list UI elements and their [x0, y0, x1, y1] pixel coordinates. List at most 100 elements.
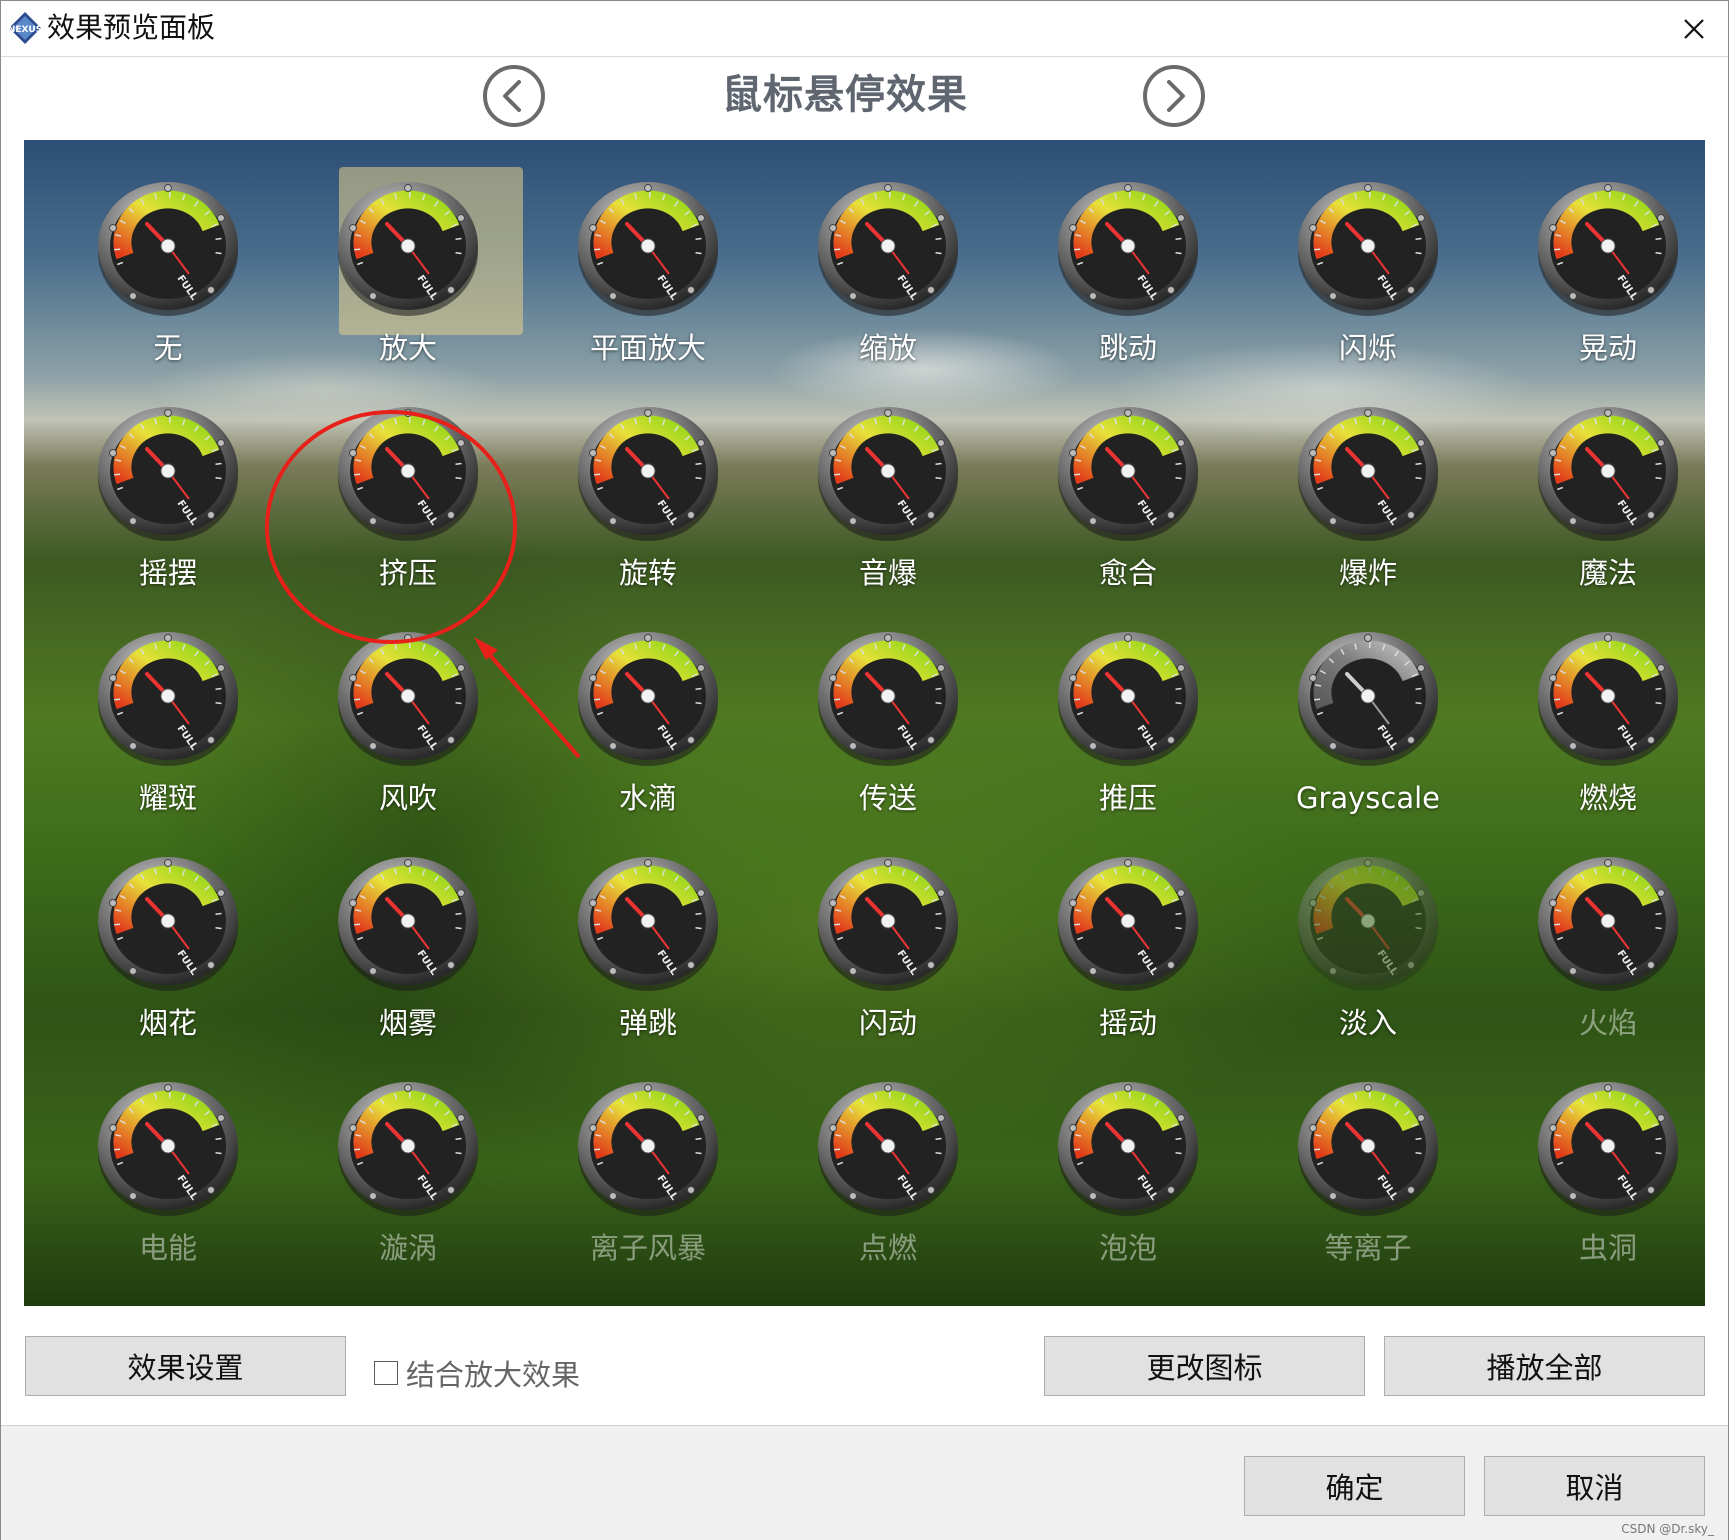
gauge-icon: FULL — [1298, 407, 1438, 541]
effect-label: 点燃 — [858, 1231, 917, 1265]
effect-cell[interactable]: FULL 泡泡 — [1008, 1040, 1248, 1265]
gauge-icon: FULL — [818, 857, 958, 991]
effect-label: 推压 — [1098, 781, 1157, 815]
effect-label: 爆炸 — [1338, 556, 1397, 590]
gauge-icon: FULL — [98, 182, 238, 316]
effect-label: 无 — [153, 331, 183, 365]
effect-label: 魔法 — [1578, 556, 1637, 590]
gauge-icon: FULL — [1298, 182, 1438, 316]
effect-label: 电能 — [138, 1231, 197, 1265]
effect-label: 离子风暴 — [589, 1231, 706, 1265]
checkbox-box[interactable] — [374, 1361, 398, 1385]
effect-cell[interactable]: FULL 烟雾 — [288, 815, 528, 1040]
effect-label: 晃动 — [1578, 331, 1637, 365]
gauge-icon: FULL — [338, 857, 478, 991]
effect-label: 闪动 — [858, 1006, 917, 1040]
effect-cell[interactable]: FULL 淡入 — [1248, 815, 1488, 1040]
effect-cell[interactable]: FULL 挤压 — [288, 365, 528, 590]
effect-cell[interactable]: FULL 愈合 — [1008, 365, 1248, 590]
effect-label: 挤压 — [378, 556, 437, 590]
effect-cell[interactable]: FULL 弹跳 — [528, 815, 768, 1040]
gauge-icon: FULL — [818, 1082, 958, 1216]
effect-cell[interactable]: FULL 无 — [48, 140, 288, 365]
gauge-icon: FULL — [1058, 1082, 1198, 1216]
effect-cell[interactable]: FULL 旋转 — [528, 365, 768, 590]
effect-cell[interactable]: FULL 放大 — [288, 140, 528, 365]
effect-cell[interactable]: FULL 爆炸 — [1248, 365, 1488, 590]
effect-category-header: 鼠标悬停效果 — [1, 57, 1728, 139]
effect-label: 泡泡 — [1098, 1231, 1157, 1265]
gauge-icon: FULL — [1058, 182, 1198, 316]
effect-cell[interactable]: FULL 平面放大 — [528, 140, 768, 365]
effect-cell[interactable]: FULL 燃烧 — [1488, 590, 1705, 815]
effect-cell[interactable]: FULL Grayscale — [1248, 590, 1488, 815]
gauge-icon: FULL — [1298, 1082, 1438, 1216]
effect-label: 耀斑 — [138, 781, 197, 815]
effect-label: 音爆 — [858, 556, 917, 590]
chevron-left-circle-icon[interactable] — [482, 64, 546, 128]
window-title: 效果预览面板 — [47, 11, 216, 44]
gauge-icon: FULL — [98, 1082, 238, 1216]
effect-cell[interactable]: FULL 魔法 — [1488, 365, 1705, 590]
effect-label: 闪烁 — [1338, 331, 1397, 365]
gauge-icon: FULL — [98, 857, 238, 991]
gauge-icon: FULL — [578, 857, 718, 991]
gauge-icon: FULL — [1058, 857, 1198, 991]
effect-label: 平面放大 — [589, 331, 706, 365]
effect-cell[interactable]: FULL 晃动 — [1488, 140, 1705, 365]
gauge-icon: FULL — [1298, 632, 1438, 766]
gauge-icon: FULL — [1538, 182, 1678, 316]
effect-cell[interactable]: FULL 摇摆 — [48, 365, 288, 590]
combine-zoom-checkbox[interactable]: 结合放大效果 — [374, 1355, 580, 1392]
effect-cell[interactable]: FULL 摇动 — [1008, 815, 1248, 1040]
gauge-icon: FULL — [1058, 632, 1198, 766]
effect-cell[interactable]: FULL 传送 — [768, 590, 1008, 815]
effect-label: 放大 — [378, 331, 437, 365]
effect-label: 传送 — [858, 781, 917, 815]
effect-label: 缩放 — [858, 331, 917, 365]
effect-preview-area: FULL 无 FULL 放大 FULL 平面放大 FULL 缩放 FULL 跳动… — [24, 140, 1705, 1306]
chevron-right-circle-icon[interactable] — [1142, 64, 1206, 128]
effect-cell[interactable]: FULL 耀斑 — [48, 590, 288, 815]
cancel-button[interactable]: 取消 — [1484, 1456, 1705, 1516]
effect-cell[interactable]: FULL 音爆 — [768, 365, 1008, 590]
effect-cell[interactable]: FULL 缩放 — [768, 140, 1008, 365]
effect-settings-button[interactable]: 效果设置 — [25, 1336, 346, 1396]
effect-label: 等离子 — [1324, 1231, 1412, 1265]
gauge-icon: FULL — [338, 632, 478, 766]
effect-cell[interactable]: FULL 推压 — [1008, 590, 1248, 815]
effect-cell[interactable]: FULL 火焰 — [1488, 815, 1705, 1040]
effect-cell[interactable]: FULL 点燃 — [768, 1040, 1008, 1265]
effect-cell[interactable]: FULL 烟花 — [48, 815, 288, 1040]
close-icon[interactable] — [1676, 11, 1712, 47]
effect-cell[interactable]: FULL 虫洞 — [1488, 1040, 1705, 1265]
effect-label: 烟雾 — [378, 1006, 437, 1040]
gauge-icon: FULL — [338, 182, 478, 316]
effect-label: 水滴 — [618, 781, 677, 815]
effect-label: 烟花 — [138, 1006, 197, 1040]
effect-cell[interactable]: FULL 水滴 — [528, 590, 768, 815]
title-bar: NEXUS 效果预览面板 — [1, 1, 1728, 57]
gauge-icon: FULL — [578, 632, 718, 766]
effect-cell[interactable]: FULL 漩涡 — [288, 1040, 528, 1265]
play-all-button[interactable]: 播放全部 — [1384, 1336, 1705, 1396]
gauge-icon: FULL — [338, 407, 478, 541]
effect-cell[interactable]: FULL 风吹 — [288, 590, 528, 815]
effect-cell[interactable]: FULL 跳动 — [1008, 140, 1248, 365]
watermark: CSDN @Dr.sky_ — [1621, 1522, 1714, 1536]
effect-label: 摇动 — [1098, 1006, 1157, 1040]
gauge-icon: FULL — [818, 182, 958, 316]
effect-cell[interactable]: FULL 电能 — [48, 1040, 288, 1265]
change-icon-button[interactable]: 更改图标 — [1044, 1336, 1365, 1396]
effect-label: 弹跳 — [618, 1006, 677, 1040]
gauge-icon: FULL — [1538, 407, 1678, 541]
effect-label: 风吹 — [378, 781, 437, 815]
effect-cell[interactable]: FULL 闪烁 — [1248, 140, 1488, 365]
effect-label: 摇摆 — [138, 556, 197, 590]
ok-button[interactable]: 确定 — [1244, 1456, 1465, 1516]
effect-cell[interactable]: FULL 离子风暴 — [528, 1040, 768, 1265]
effect-cell[interactable]: FULL 闪动 — [768, 815, 1008, 1040]
effect-cell[interactable]: FULL 等离子 — [1248, 1040, 1488, 1265]
effect-label: 火焰 — [1578, 1006, 1637, 1040]
effect-label: 旋转 — [618, 556, 677, 590]
